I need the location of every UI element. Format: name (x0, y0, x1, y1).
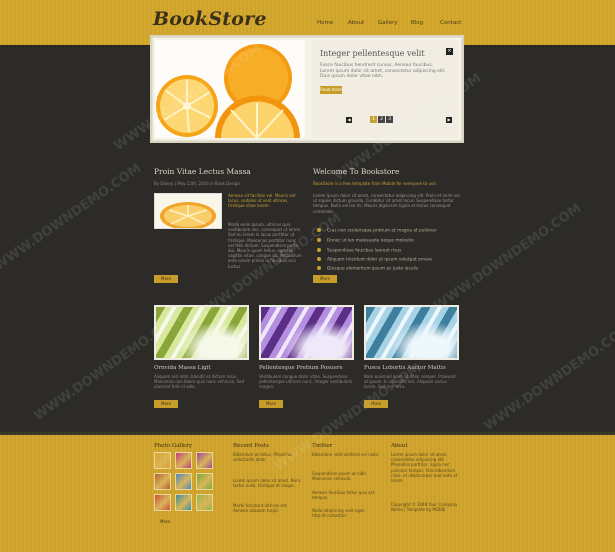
slider-prev-icon[interactable]: ◀ (346, 117, 352, 123)
post-meta: By Danny | May 12th, 2016 in Book Design (154, 181, 240, 186)
nav-about[interactable]: About (348, 20, 364, 26)
bullet-text: Suspendisse faucibus laoreet risus (327, 248, 402, 254)
gallery-tile[interactable] (154, 494, 171, 511)
tweet-4[interactable]: Nulla adipiscing velit eget. http://t.co… (312, 508, 380, 518)
slider-page-2[interactable]: 2 (378, 116, 385, 123)
nav-gallery[interactable]: Gallery (378, 20, 398, 26)
slide-title: Integer pellentesque velit (320, 49, 425, 58)
footer-credit: Copyright © 2048 Your Company Name | Tem… (391, 502, 458, 513)
thumb-more-button-2[interactable]: More (259, 400, 283, 408)
nav-home[interactable]: Home (317, 20, 333, 26)
gallery-tile[interactable] (175, 473, 192, 490)
footer-about-title: About (391, 443, 408, 449)
nav-contact[interactable]: Contact (440, 20, 461, 26)
recent-post-3[interactable]: Morbi tincidunt ultrices est. Aenean ali… (233, 503, 301, 513)
footer-about-body: Lorem ipsum dolor sit amet, consectetur … (391, 452, 458, 484)
tweet-2: Suspendisse ipsum ut nibh. Maecenas vehi… (312, 471, 368, 482)
orange-half-image (155, 194, 221, 230)
gallery-thumb-blue[interactable] (364, 305, 459, 360)
post-intro: Aenean sit facilisis vel. Mauris est lac… (228, 193, 296, 209)
bullet-text: Cras non scelerisque pretium et magna at… (327, 228, 437, 234)
gallery-tile[interactable] (154, 473, 171, 490)
welcome-tagline: BookStore is a free template from Mobile… (313, 181, 437, 186)
post-title[interactable]: Proin Vitae Lectus Massa (154, 167, 251, 176)
welcome-bullet-5: Quisque elementum ipsum ac justo iaculis (317, 266, 418, 272)
footer-gallery-grid (154, 452, 218, 514)
footer-recent-title: Recent Posts (233, 443, 269, 449)
slide-body: Fusce faucibus hendrerit cursus. Aenean … (320, 63, 446, 80)
slide-image (155, 40, 305, 138)
post-more-button[interactable]: More (154, 275, 178, 283)
welcome-more-button[interactable]: More (313, 275, 337, 283)
tweet-3: Aenean faucibus tellus quis est tempus. (312, 490, 375, 501)
welcome-bullet-2: Donec ut leo malesuada neque molestie (317, 238, 414, 244)
thumb-body-2: Vestibulum congue dolor vitae. Suspendis… (259, 374, 353, 389)
bullet-text: Quisque elementum ipsum ac justo iaculis (327, 266, 419, 272)
thumb-caption-1[interactable]: Ornvida Massa Ligit (154, 365, 211, 371)
thumb-caption-2[interactable]: Pellentesque Pretium Posuere (259, 365, 343, 371)
slide-read-more-button[interactable]: Read more (320, 86, 342, 94)
close-icon[interactable]: × (446, 48, 453, 55)
slider-page-1[interactable]: 1 (370, 116, 377, 123)
post-image (154, 193, 222, 230)
gallery-tile[interactable] (175, 494, 192, 511)
nav-blog[interactable]: Blog (411, 20, 423, 26)
recent-post-2[interactable]: Lorem ipsum dolor sit amet. Nunc tortor … (233, 478, 301, 488)
gallery-tile[interactable] (196, 473, 213, 490)
thumb-body-1: Aliquam nisl nibh, blandit et dictum ris… (154, 374, 245, 389)
welcome-bullet-3: Suspendisse faucibus laoreet risus (317, 248, 401, 254)
slider-next-icon[interactable]: ▶ (446, 117, 452, 123)
gallery-thumb-purple[interactable] (259, 305, 354, 360)
slider-page-3[interactable]: 3 (386, 116, 393, 123)
gallery-tile[interactable] (154, 452, 171, 469)
gallery-tile[interactable] (196, 452, 213, 469)
site-logo[interactable]: BookStore (153, 8, 267, 30)
thumb-more-button-1[interactable]: More (154, 400, 178, 408)
bullet-text: Aliquam tincidunt dolor ut ipsum volutpa… (327, 257, 433, 263)
gallery-tile[interactable] (196, 494, 213, 511)
welcome-bullet-4: Aliquam tincidunt dolor ut ipsum volutpa… (317, 257, 432, 263)
footer-gallery-more[interactable]: More (160, 519, 170, 524)
gallery-tile[interactable] (175, 452, 192, 469)
orange-slice-image (156, 44, 300, 138)
tweet-1: Bibendum velit eleifend vel nulla. (312, 452, 380, 457)
bullet-text: Donec ut leo malesuada neque molestie (327, 238, 414, 244)
footer-gallery-title: Photo Gallery (154, 443, 193, 449)
